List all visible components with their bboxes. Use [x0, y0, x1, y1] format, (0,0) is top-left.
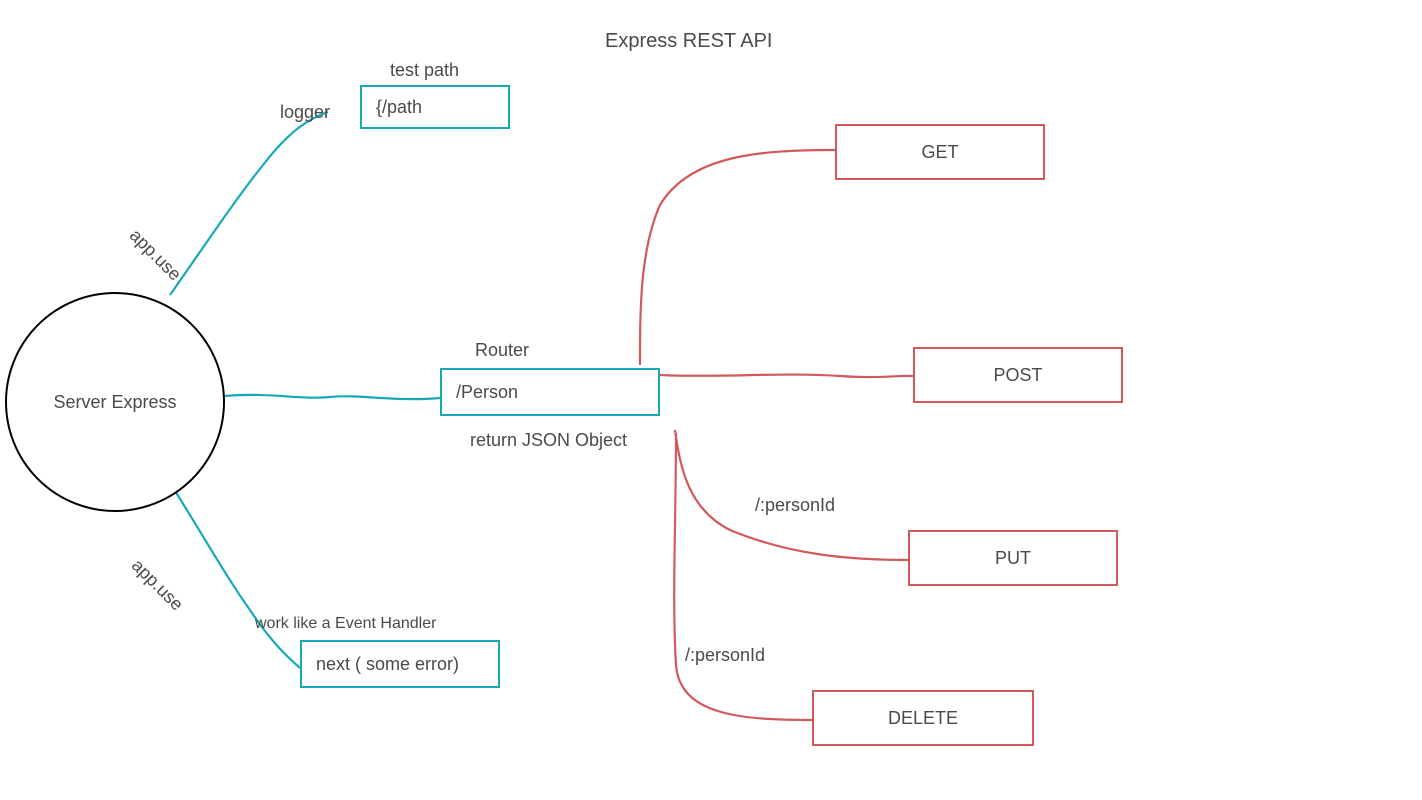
test-path-label: test path	[390, 60, 459, 81]
method-put-path: /:personId	[755, 495, 835, 516]
diagram-title: Express REST API	[605, 30, 772, 53]
method-put-label: PUT	[995, 548, 1031, 569]
app-use-bottom-label: app.use	[127, 555, 187, 615]
test-path-box-text: {/path	[376, 97, 422, 118]
error-handler-caption: work like a Event Handler	[255, 615, 436, 633]
diagram-stage: Express REST API Server Express app.use …	[0, 0, 1422, 800]
method-delete-box: DELETE	[812, 690, 1034, 746]
error-handler-box-text: next ( some error)	[316, 654, 459, 675]
server-express-node: Server Express	[5, 292, 225, 512]
router-box-text: /Person	[456, 382, 518, 403]
server-express-label: Server Express	[53, 392, 176, 413]
method-post-box: POST	[913, 347, 1123, 403]
method-get-label: GET	[921, 142, 958, 163]
method-put-box: PUT	[908, 530, 1118, 586]
router-label: Router	[475, 340, 529, 361]
logger-label: logger	[280, 102, 330, 123]
error-handler-box: next ( some error)	[300, 640, 500, 688]
method-delete-label: DELETE	[888, 708, 958, 729]
method-get-box: GET	[835, 124, 1045, 180]
app-use-top-label: app.use	[125, 225, 185, 285]
router-box: /Person	[440, 368, 660, 416]
test-path-box: {/path	[360, 85, 510, 129]
router-return-label: return JSON Object	[470, 430, 627, 451]
method-delete-path: /:personId	[685, 645, 765, 666]
method-post-label: POST	[993, 365, 1042, 386]
